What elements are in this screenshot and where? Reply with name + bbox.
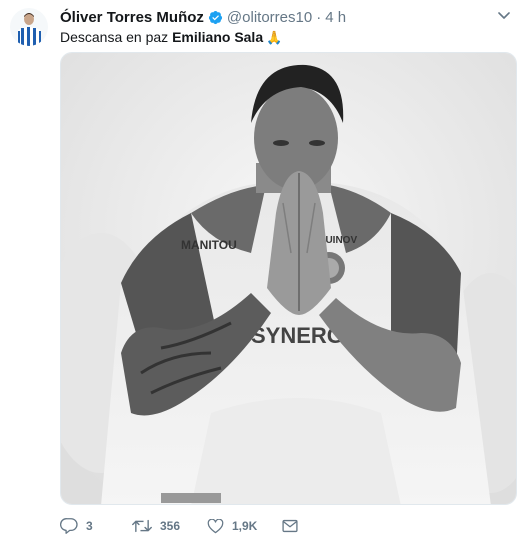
retweet-icon [132, 519, 152, 533]
verified-badge-icon [208, 10, 223, 25]
tweet-card: Óliver Torres Muñoz @olitorres10 · 4 h D… [0, 0, 524, 541]
heart-icon [207, 518, 224, 534]
tweet-photo[interactable]: MANITOU PROQUINOV SYNERGIE [60, 52, 517, 505]
like-count: 1,9K [232, 519, 258, 533]
display-name[interactable]: Óliver Torres Muñoz [60, 9, 204, 26]
praying-hands-emoji: 🙏 [266, 30, 283, 45]
tweet-actions: 3 356 1,9K [60, 516, 298, 536]
envelope-icon [282, 519, 298, 533]
jersey-sponsor-left: MANITOU [181, 238, 237, 252]
tweet-text-plain: Descansa en paz [60, 29, 173, 45]
tweet-text: Descansa en paz Emiliano Sala 🙏 [60, 28, 282, 47]
reply-icon [60, 518, 78, 534]
handle[interactable]: @olitorres10 [227, 9, 312, 26]
chevron-down-icon[interactable] [496, 8, 512, 24]
avatar[interactable] [10, 8, 48, 46]
retweet-count: 356 [160, 519, 181, 533]
tweet-header: Óliver Torres Muñoz @olitorres10 · 4 h [60, 8, 346, 26]
separator-dot: · [316, 8, 322, 26]
timestamp[interactable]: 4 h [325, 9, 346, 26]
direct-message-button[interactable] [282, 519, 298, 533]
reply-button[interactable]: 3 [60, 518, 132, 534]
retweet-button[interactable]: 356 [132, 519, 207, 533]
reply-count: 3 [86, 519, 93, 533]
tweet-text-bold: Emiliano Sala [172, 29, 264, 45]
like-button[interactable]: 1,9K [207, 518, 282, 534]
